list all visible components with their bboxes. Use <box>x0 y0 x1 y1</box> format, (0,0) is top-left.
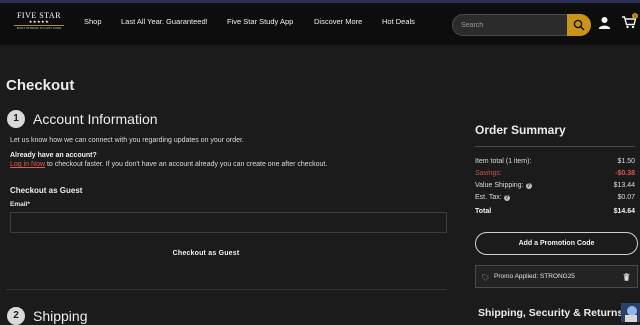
summary-row-savings: Savings: -$0.38 <box>475 169 635 178</box>
summary-row-tax: Est. Tax:? $0.07 <box>475 193 635 202</box>
tax-info-icon[interactable]: ? <box>503 195 510 201</box>
savings-label: Savings: <box>475 170 502 177</box>
summary-row-total: Total $14.64 <box>475 207 635 216</box>
search-input[interactable] <box>461 19 561 31</box>
value-shipping-label: Value Shipping: <box>475 182 524 189</box>
login-now-link[interactable]: Log in Now <box>10 161 45 168</box>
chat-widget[interactable] <box>621 303 640 322</box>
item-total-value: $1.50 <box>617 158 635 165</box>
page-title: Checkout <box>6 77 75 94</box>
logo-tagline: BUILT STRONG TO LAST LONG <box>14 25 64 30</box>
email-label: Email* <box>10 201 30 208</box>
tag-icon <box>482 274 489 281</box>
est-tax-label-wrap: Est. Tax:? <box>475 193 510 202</box>
promo-applied-text: Promo Applied: STRONG25 <box>494 273 575 280</box>
promo-applied-box: Promo Applied: STRONG25 <box>475 265 638 288</box>
step-number-account: 1 <box>7 110 25 128</box>
savings-value: -$0.38 <box>615 170 635 177</box>
add-promotion-code-button[interactable]: Add a Promotion Code <box>475 232 638 255</box>
value-shipping-value: $13.44 <box>613 182 635 189</box>
trash-icon[interactable] <box>623 273 630 281</box>
logo-stars: ★★★★★ <box>28 19 50 24</box>
step-number-shipping: 2 <box>7 307 25 325</box>
login-line: Log in Now to checkout faster. If you do… <box>10 160 327 169</box>
total-value: $14.64 <box>613 208 635 215</box>
email-field[interactable] <box>10 212 447 233</box>
order-summary-divider <box>475 146 635 147</box>
item-total-label: Item total (1 item): <box>475 158 532 165</box>
shipping-info-icon[interactable]: ? <box>525 183 532 189</box>
login-rest-text: to checkout faster. If you don't have an… <box>45 161 328 168</box>
total-label: Total <box>475 208 492 215</box>
checkout-as-guest-heading: Checkout as Guest <box>10 186 83 195</box>
already-have-account-text: Already have an account? <box>10 152 97 159</box>
account-information-heading: Account Information <box>33 111 158 127</box>
search-icon <box>573 19 585 31</box>
nav-last-all-year[interactable]: Last All Year. Guaranteed! <box>121 17 208 27</box>
search-button[interactable] <box>567 14 591 36</box>
order-summary-title: Order Summary <box>475 123 566 137</box>
search-bar <box>452 14 591 36</box>
nav-hot-deals[interactable]: Hot Deals <box>382 17 415 27</box>
chat-avatar-icon <box>621 303 640 322</box>
five-star-logo[interactable]: FIVE STAR ★★★★★ BUILT STRONG TO LAST LON… <box>14 12 64 32</box>
checkout-as-guest-button[interactable]: Checkout as Guest <box>150 247 262 260</box>
est-tax-value: $0.07 <box>617 194 635 201</box>
summary-row-shipping: Value Shipping:? $13.44 <box>475 181 635 190</box>
summary-row-item-total: Item total (1 item): $1.50 <box>475 157 635 166</box>
value-shipping-label-wrap: Value Shipping:? <box>475 181 532 190</box>
user-icon[interactable] <box>598 16 611 29</box>
shipping-security-returns-heading[interactable]: Shipping, Security & Returns <box>478 307 623 320</box>
nav-discover-more[interactable]: Discover More <box>314 17 362 27</box>
account-intro-text: Let us know how we can connect with you … <box>10 137 244 144</box>
nav-shop[interactable]: Shop <box>84 17 102 27</box>
top-navigation-bar: FIVE STAR ★★★★★ BUILT STRONG TO LAST LON… <box>0 0 640 45</box>
est-tax-label: Est. Tax: <box>475 194 502 201</box>
cart-count-badge: 1 <box>632 13 638 19</box>
nav-study-app[interactable]: Five Star Study App <box>227 17 293 27</box>
section-divider <box>6 289 447 290</box>
top-accent-line <box>0 0 640 3</box>
